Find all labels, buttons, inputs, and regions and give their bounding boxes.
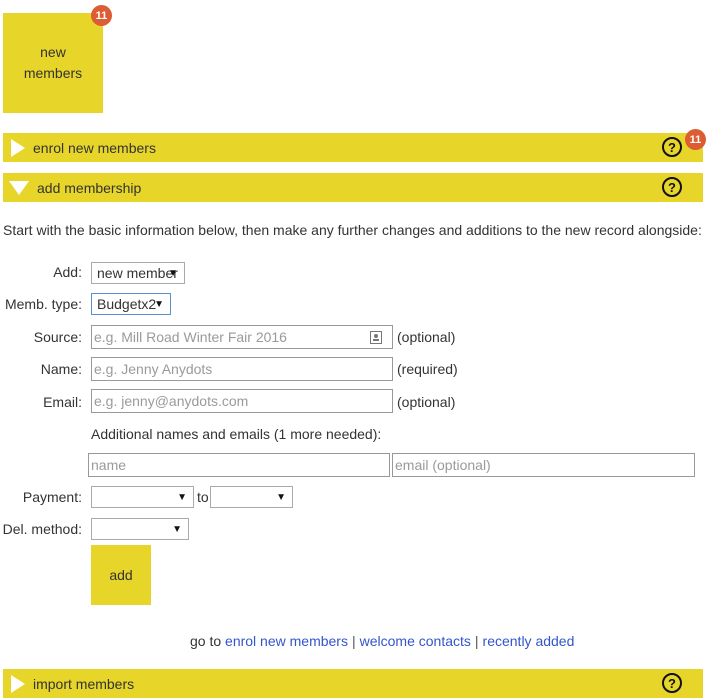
- source-label: Source:: [33, 329, 82, 345]
- name-note: (required): [397, 361, 458, 377]
- source-placeholder: e.g. Mill Road Winter Fair 2016: [94, 329, 287, 345]
- section-import-members[interactable]: import members ?: [3, 669, 703, 698]
- enrol-count-badge: 11: [685, 129, 706, 150]
- email-placeholder: e.g. jenny@anydots.com: [94, 393, 249, 409]
- add-type-value: new member: [97, 265, 178, 281]
- memb-type-select[interactable]: Budgetx2 ▼: [91, 293, 171, 315]
- link-separator: |: [474, 633, 479, 649]
- link-recently-added[interactable]: recently added: [483, 633, 575, 649]
- dropdown-arrow-icon: ▼: [276, 491, 286, 503]
- help-icon[interactable]: ?: [662, 673, 682, 693]
- dropdown-arrow-icon: ▼: [154, 298, 164, 310]
- new-members-tile[interactable]: new members: [3, 13, 103, 113]
- goto-prefix: go to: [190, 633, 222, 649]
- source-input[interactable]: e.g. Mill Road Winter Fair 2016: [91, 325, 393, 349]
- intro-text: Start with the basic information below, …: [3, 222, 702, 238]
- help-icon[interactable]: ?: [662, 177, 682, 197]
- add-button[interactable]: add: [91, 545, 151, 605]
- link-welcome-contacts[interactable]: welcome contacts: [360, 633, 471, 649]
- memb-type-label: Memb. type:: [4, 296, 82, 312]
- additional-name-input[interactable]: name: [88, 453, 390, 477]
- email-input[interactable]: e.g. jenny@anydots.com: [91, 389, 393, 413]
- email-note: (optional): [397, 394, 456, 410]
- additional-name-placeholder: name: [91, 457, 127, 473]
- add-label: Add:: [53, 264, 82, 280]
- additional-email-placeholder: email (optional): [395, 457, 491, 473]
- additional-email-input[interactable]: email (optional): [392, 453, 695, 477]
- help-icon[interactable]: ?: [662, 137, 682, 157]
- payment-to-label: to: [197, 489, 209, 505]
- additional-names-label: Additional names and emails (1 more need…: [91, 426, 382, 442]
- name-label: Name:: [40, 361, 82, 377]
- goto-links: go to enrol new members | welcome contacts…: [190, 633, 574, 649]
- section-import-label: import members: [33, 675, 135, 692]
- delivery-method-select[interactable]: ▼: [91, 518, 189, 540]
- section-enrol-new-members[interactable]: enrol new members ?: [3, 133, 703, 162]
- email-label: Email:: [43, 394, 82, 410]
- memb-type-value: Budgetx2: [97, 296, 157, 312]
- contact-card-icon: [370, 331, 382, 344]
- add-type-select[interactable]: new member ▼: [91, 262, 185, 284]
- name-input[interactable]: e.g. Jenny Anydots: [91, 357, 393, 381]
- expand-arrow-icon: [11, 138, 25, 157]
- payment-to-select[interactable]: ▼: [210, 486, 293, 508]
- section-add-membership[interactable]: add membership ?: [3, 173, 703, 202]
- dropdown-arrow-icon: ▼: [177, 491, 187, 503]
- collapse-arrow-icon: [9, 180, 29, 195]
- name-placeholder: e.g. Jenny Anydots: [94, 361, 213, 377]
- dropdown-arrow-icon: ▼: [172, 523, 182, 535]
- tile-count-badge: 11: [91, 5, 112, 26]
- section-add-membership-label: add membership: [37, 179, 142, 196]
- section-enrol-label: enrol new members: [33, 139, 156, 156]
- payment-from-select[interactable]: ▼: [91, 486, 194, 508]
- payment-label: Payment:: [22, 489, 82, 505]
- source-note: (optional): [397, 329, 456, 345]
- link-enrol-new-members[interactable]: enrol new members: [225, 633, 348, 649]
- dropdown-arrow-icon: ▼: [168, 267, 178, 279]
- tile-label-line2: members: [23, 65, 83, 81]
- link-separator: |: [351, 633, 356, 649]
- delivery-method-label: Del. method:: [2, 521, 82, 537]
- tile-label-line1: new: [40, 44, 66, 60]
